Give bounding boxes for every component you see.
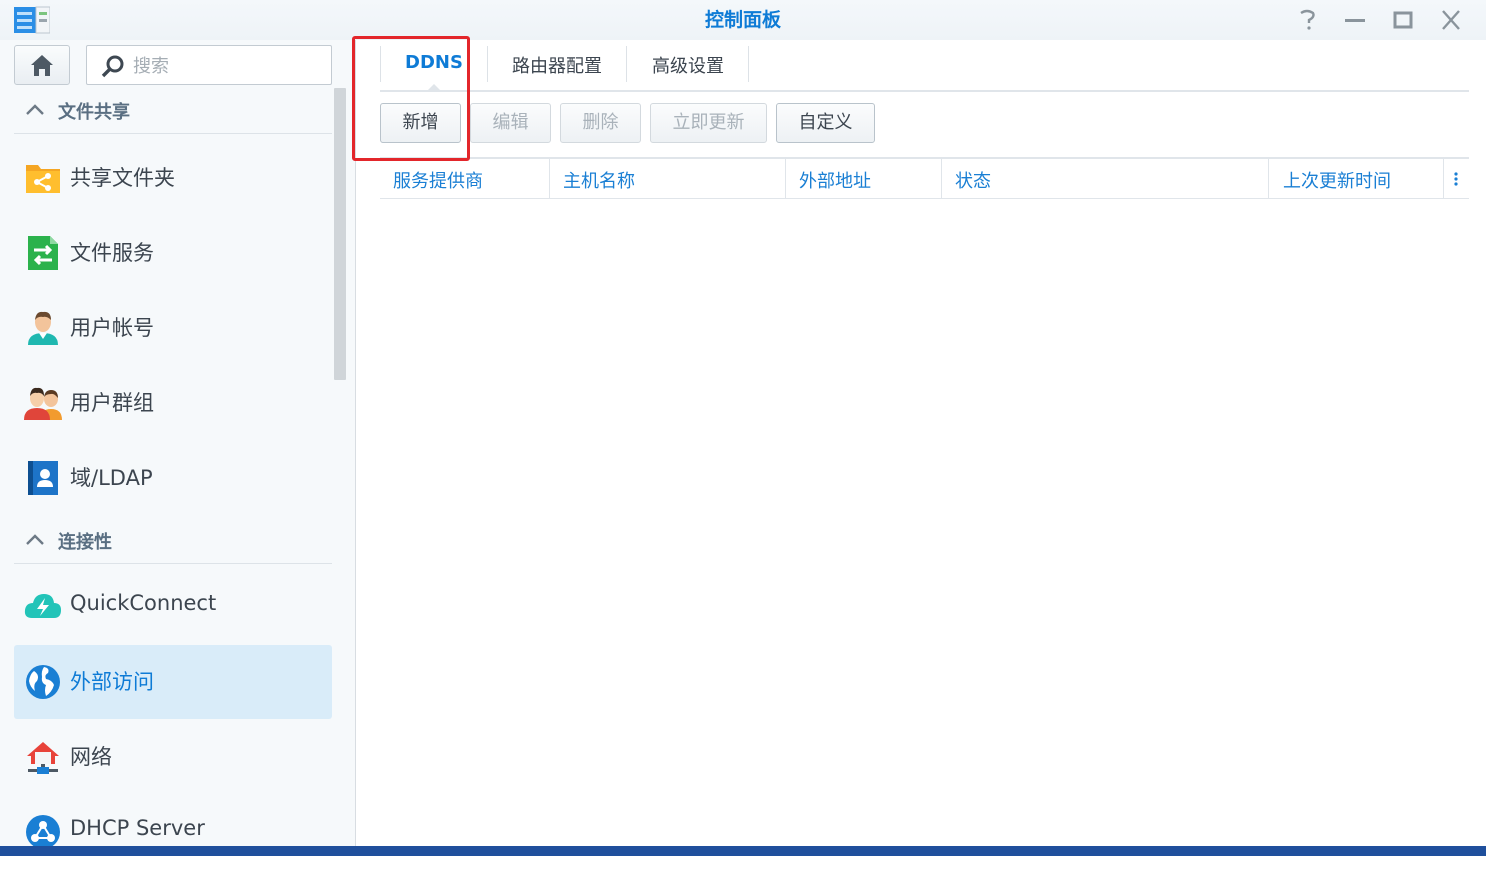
customize-button[interactable]: 自定义	[776, 103, 875, 143]
column-header-hostname[interactable]: 主机名称	[563, 167, 635, 193]
shared-folder-icon	[26, 165, 60, 193]
help-icon[interactable]	[1294, 8, 1320, 32]
taskbar-strip	[0, 846, 1486, 856]
sidebar-item-user-account[interactable]: 用户帐号	[14, 291, 332, 365]
section-file-sharing[interactable]: 文件共享	[14, 88, 332, 134]
sidebar-item-user-group[interactable]: 用户群组	[14, 366, 332, 440]
sidebar-item-label: 共享文件夹	[70, 166, 175, 190]
network-icon	[27, 742, 59, 774]
sidebar-item-network[interactable]: 网络	[14, 720, 332, 794]
search-box[interactable]	[86, 45, 332, 85]
sidebar-item-label: 外部访问	[70, 670, 154, 694]
section-connectivity[interactable]: 连接性	[14, 518, 332, 564]
update-now-button[interactable]: 立即更新	[650, 103, 767, 143]
column-divider[interactable]	[785, 159, 786, 199]
edit-button[interactable]: 编辑	[470, 103, 551, 143]
highlight-annotation-box	[352, 36, 470, 161]
sidebar-item-dhcp-server[interactable]: DHCP Server	[14, 795, 332, 869]
ddns-table-header: 服务提供商 主机名称 外部地址 状态 上次更新时间	[380, 157, 1469, 199]
sidebar-item-quickconnect[interactable]: QuickConnect	[14, 570, 332, 644]
sidebar-item-label: 网络	[70, 745, 112, 769]
minimize-icon[interactable]	[1342, 8, 1368, 32]
section-label: 文件共享	[58, 102, 130, 123]
search-input[interactable]	[131, 52, 325, 80]
sidebar-item-external-access[interactable]: 外部访问	[14, 645, 332, 719]
tab-router-config[interactable]: 路由器配置	[512, 52, 602, 78]
home-button[interactable]	[14, 45, 70, 85]
tab-divider	[487, 46, 488, 82]
column-divider[interactable]	[941, 159, 942, 199]
chevron-up-icon	[26, 104, 44, 115]
quickconnect-icon	[24, 594, 61, 618]
maximize-icon[interactable]	[1390, 8, 1416, 32]
column-header-status[interactable]: 状态	[955, 167, 991, 193]
home-icon	[31, 55, 53, 76]
sidebar-item-file-services[interactable]: 文件服务	[14, 216, 332, 290]
domain-ldap-icon	[28, 461, 58, 495]
sidebar-item-domain-ldap[interactable]: 域/LDAP	[14, 441, 332, 515]
group-icon	[24, 387, 62, 420]
sidebar-item-label: DHCP Server	[70, 816, 205, 840]
section-label: 连接性	[58, 532, 112, 553]
tab-divider	[626, 46, 627, 82]
file-services-icon	[28, 236, 58, 270]
column-header-last-updated[interactable]: 上次更新时间	[1283, 167, 1391, 193]
window-title: 控制面板	[704, 9, 781, 31]
tab-advanced-settings[interactable]: 高级设置	[652, 52, 724, 78]
column-header-external-address[interactable]: 外部地址	[799, 167, 871, 193]
user-icon	[28, 311, 58, 345]
sidebar-item-label: 域/LDAP	[70, 466, 153, 490]
close-icon[interactable]	[1438, 8, 1464, 32]
sidebar-item-label: 用户帐号	[70, 316, 154, 340]
column-divider[interactable]	[549, 159, 550, 199]
column-header-provider[interactable]: 服务提供商	[393, 167, 483, 193]
column-divider[interactable]	[1268, 159, 1269, 199]
sidebar-item-label: QuickConnect	[70, 591, 217, 615]
column-divider[interactable]	[1443, 159, 1444, 199]
column-menu-icon[interactable]	[1452, 171, 1460, 187]
delete-button[interactable]: 删除	[560, 103, 641, 143]
external-access-icon	[26, 665, 60, 699]
sidebar-scrollbar[interactable]	[334, 88, 346, 380]
sidebar-item-label: 用户群组	[70, 391, 154, 415]
search-icon	[101, 55, 124, 78]
tab-divider	[748, 46, 749, 82]
tab-bar: DDNS 路由器配置 高级设置	[380, 40, 1469, 92]
sidebar-item-shared-folder[interactable]: 共享文件夹	[14, 141, 332, 215]
chevron-up-icon	[26, 534, 44, 545]
sidebar-item-label: 文件服务	[70, 241, 154, 265]
